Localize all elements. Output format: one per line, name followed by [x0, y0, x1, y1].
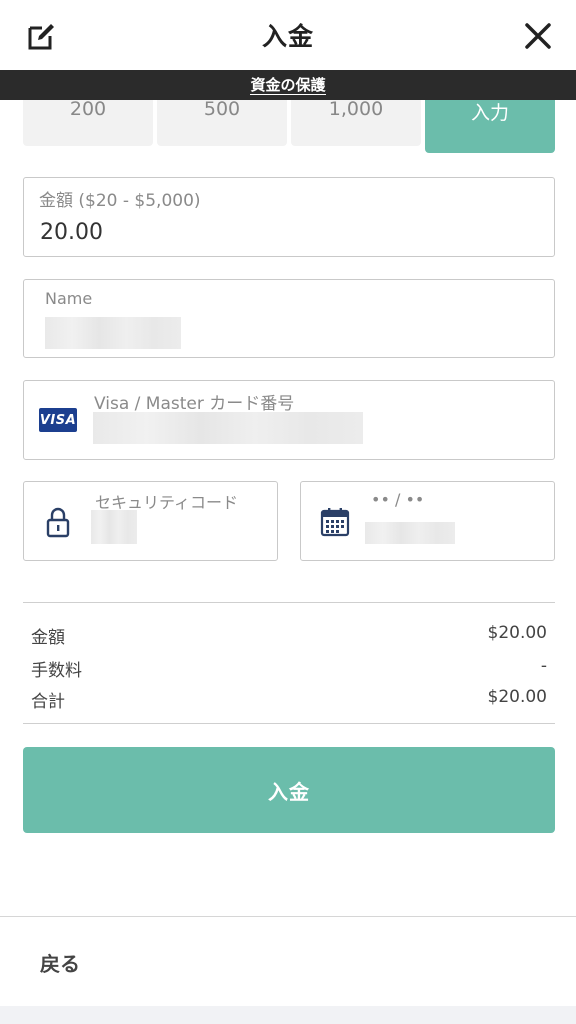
- visa-icon: VISA: [39, 408, 77, 432]
- name-value-redacted[interactable]: [45, 317, 181, 349]
- expiry-field[interactable]: •• / ••: [300, 481, 555, 561]
- summary-row-amount: 金額 $20.00: [31, 623, 547, 648]
- calendar-icon: [320, 508, 350, 537]
- card-number-label: Visa / Master カード番号: [94, 394, 295, 414]
- preset-200-button[interactable]: 200: [23, 100, 153, 146]
- preset-amounts: 200 500 1,000 入力: [23, 100, 555, 154]
- preset-1000-button[interactable]: 1,000: [291, 100, 421, 146]
- back-button[interactable]: 戻る: [40, 948, 80, 977]
- security-code-value-redacted[interactable]: [91, 510, 137, 544]
- banner-text[interactable]: 資金の保護: [250, 76, 326, 95]
- lock-icon: [46, 507, 70, 538]
- preset-label: 入力: [470, 102, 509, 124]
- deposit-screen: 入金 資金の保護 200 500 1,000 入力 金額 ($20 - $5,0…: [0, 0, 576, 1024]
- card-number-field[interactable]: VISA Visa / Master カード番号: [23, 380, 555, 460]
- amount-value[interactable]: 20.00: [40, 220, 103, 245]
- summary-label: 手数料: [31, 661, 82, 681]
- expiry-value-redacted[interactable]: [365, 522, 455, 544]
- summary-bottom-divider: [23, 723, 555, 724]
- summary-row-total: 合計 $20.00: [31, 687, 547, 712]
- footer-divider: [0, 916, 576, 917]
- preset-label: 500: [203, 100, 241, 120]
- edit-icon[interactable]: [26, 20, 58, 52]
- amount-field[interactable]: 金額 ($20 - $5,000) 20.00: [23, 177, 555, 257]
- summary-value: $20.00: [487, 623, 547, 643]
- header: 入金: [0, 0, 576, 70]
- deposit-button[interactable]: 入金: [23, 747, 555, 833]
- expiry-label: •• / ••: [371, 490, 425, 509]
- summary-label: 金額: [31, 628, 65, 648]
- preset-500-button[interactable]: 500: [157, 100, 287, 146]
- summary-label: 合計: [31, 692, 65, 712]
- name-label: Name: [45, 289, 93, 308]
- amount-label: 金額 ($20 - $5,000): [39, 191, 201, 211]
- preset-custom-button[interactable]: 入力: [425, 100, 555, 153]
- summary-value: $20.00: [487, 687, 547, 707]
- funds-protection-banner[interactable]: 資金の保護: [0, 70, 576, 100]
- security-code-field[interactable]: セキュリティコード: [23, 481, 278, 561]
- preset-label: 200: [69, 100, 107, 120]
- close-icon[interactable]: [522, 20, 554, 52]
- bottom-strip: [0, 1006, 576, 1024]
- card-number-value-redacted[interactable]: [93, 412, 363, 444]
- summary-value: -: [540, 656, 547, 676]
- deposit-button-label: 入金: [268, 779, 310, 804]
- name-field[interactable]: Name: [23, 279, 555, 358]
- page-title: 入金: [261, 22, 314, 51]
- summary-top-divider: [23, 602, 555, 603]
- summary-row-fee: 手数料 -: [31, 656, 547, 681]
- preset-label: 1,000: [328, 100, 384, 120]
